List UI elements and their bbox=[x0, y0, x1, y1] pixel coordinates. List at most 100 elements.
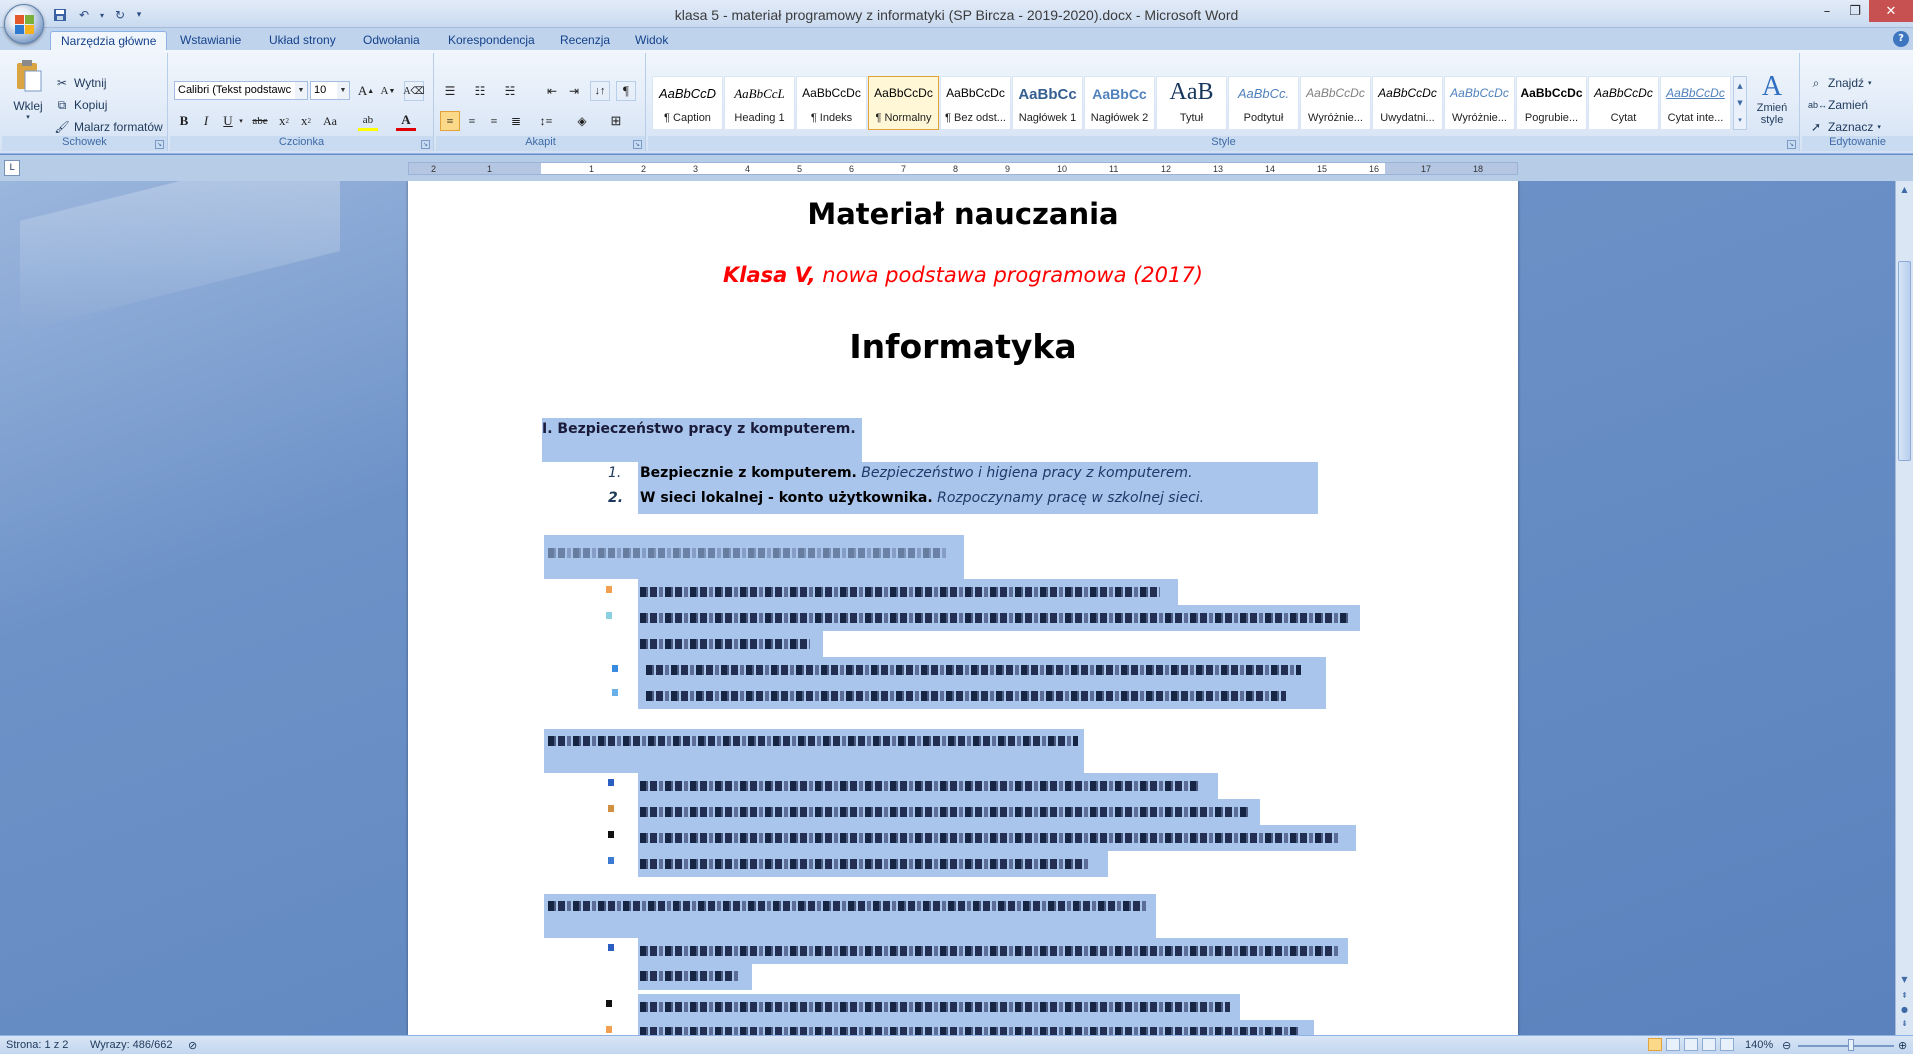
previous-page-icon[interactable]: ⇞ bbox=[1898, 989, 1911, 1003]
align-left-icon[interactable]: ≡ bbox=[440, 111, 460, 131]
line-spacing-icon[interactable]: ↕≡ bbox=[536, 111, 556, 131]
multilevel-list-icon[interactable]: ☵ bbox=[500, 81, 520, 101]
align-center-icon[interactable]: ≡ bbox=[462, 111, 482, 131]
obscured-text bbox=[640, 781, 1200, 791]
draft-icon[interactable] bbox=[1720, 1038, 1734, 1051]
style-item[interactable]: AaBbCcDc ¶ Normalny bbox=[868, 76, 939, 130]
proofing-icon[interactable]: ⊘ bbox=[188, 1039, 197, 1052]
dialog-launcher-icon[interactable]: ↘ bbox=[1787, 140, 1796, 149]
zoom-slider-thumb[interactable] bbox=[1848, 1039, 1854, 1051]
copy-button[interactable]: ⧉ Kopiuj bbox=[54, 95, 108, 115]
chevron-up-icon[interactable]: ▲ bbox=[1737, 82, 1742, 90]
cut-button[interactable]: ✂ Wytnij bbox=[54, 73, 107, 93]
office-button[interactable] bbox=[4, 4, 44, 44]
format-painter-button[interactable]: 🖌 Malarz formatów bbox=[54, 117, 162, 137]
gallery-scroll[interactable]: ▲ ▼ ▾ bbox=[1733, 76, 1747, 130]
bullets-icon[interactable]: ☰ bbox=[440, 81, 460, 101]
font-family-select[interactable]: Calibri (Tekst podstawc ▼ bbox=[174, 81, 308, 100]
style-item[interactable]: AaB Tytuł bbox=[1156, 76, 1227, 130]
font-color-icon[interactable]: A bbox=[396, 111, 416, 131]
vertical-scrollbar[interactable]: ▲ ▼ ⇞ ● ⇟ bbox=[1895, 181, 1913, 1035]
page-indicator[interactable]: Strona: 1 z 2 bbox=[6, 1039, 68, 1051]
full-screen-reading-icon[interactable] bbox=[1666, 1038, 1680, 1051]
zoom-slider[interactable] bbox=[1798, 1045, 1894, 1047]
scroll-down-icon[interactable]: ▼ bbox=[1898, 973, 1911, 987]
sort-icon[interactable]: ↓↑ bbox=[590, 81, 610, 101]
style-item[interactable]: AaBbCc Nagłówek 1 bbox=[1012, 76, 1083, 130]
style-item[interactable]: AaBbCcDc Cytat inte... bbox=[1660, 76, 1731, 130]
zoom-level[interactable]: 140% bbox=[1745, 1039, 1773, 1051]
style-item[interactable]: AaBbCcDc Wyróżnie... bbox=[1300, 76, 1371, 130]
chevron-down-icon[interactable]: ▼ bbox=[1737, 99, 1742, 107]
restore-icon[interactable]: ❐ bbox=[1841, 0, 1869, 22]
tab-home[interactable]: Narzędzia główne bbox=[50, 31, 168, 50]
highlight-icon[interactable]: ab bbox=[358, 111, 378, 131]
align-right-icon[interactable]: ≡ bbox=[484, 111, 504, 131]
bold-icon[interactable]: B bbox=[174, 111, 194, 131]
print-layout-icon[interactable] bbox=[1648, 1038, 1662, 1051]
doc-subtitle-bold: Klasa V, bbox=[723, 263, 816, 287]
style-item[interactable]: AaBbCcDc ¶ Indeks bbox=[796, 76, 867, 130]
gallery-more-icon[interactable]: ▾ bbox=[1738, 116, 1742, 124]
tab-mailings[interactable]: Korespondencja bbox=[438, 31, 545, 50]
tab-view[interactable]: Widok bbox=[625, 31, 678, 50]
help-icon[interactable]: ? bbox=[1893, 31, 1909, 47]
close-icon[interactable]: ✕ bbox=[1869, 0, 1913, 22]
decrease-indent-icon[interactable]: ⇤ bbox=[542, 81, 562, 101]
font-size-select[interactable]: 10 ▼ bbox=[310, 81, 350, 100]
paste-button[interactable]: Wklej ▾ bbox=[10, 57, 46, 129]
italic-icon[interactable]: I bbox=[196, 111, 216, 131]
tab-selector-icon[interactable]: L bbox=[4, 160, 20, 176]
outline-icon[interactable] bbox=[1702, 1038, 1716, 1051]
grow-font-icon[interactable]: A ▲ bbox=[356, 81, 376, 101]
dialog-launcher-icon[interactable]: ↘ bbox=[155, 140, 164, 149]
style-item[interactable]: AaBbCcDc Cytat bbox=[1588, 76, 1659, 130]
style-item[interactable]: AaBbCcDc ¶ Bez odst... bbox=[940, 76, 1011, 130]
next-page-icon[interactable]: ⇟ bbox=[1898, 1017, 1911, 1031]
show-formatting-icon[interactable]: ¶ bbox=[616, 81, 636, 101]
chevron-down-icon[interactable]: ▾ bbox=[236, 111, 246, 131]
tab-review[interactable]: Recenzja bbox=[550, 31, 620, 50]
superscript-icon[interactable]: x2 bbox=[296, 111, 316, 131]
style-item[interactable]: AaBbCcDc Uwydatni... bbox=[1372, 76, 1443, 130]
dialog-launcher-icon[interactable]: ↘ bbox=[421, 140, 430, 149]
increase-indent-icon[interactable]: ⇥ bbox=[564, 81, 584, 101]
tab-insert[interactable]: Wstawianie bbox=[170, 31, 251, 50]
tab-page-layout[interactable]: Układ strony bbox=[259, 31, 346, 50]
style-item[interactable]: AaBbCcL Heading 1 bbox=[724, 76, 795, 130]
find-button[interactable]: ⌕ Znajdź ▾ bbox=[1808, 73, 1872, 93]
style-item[interactable]: AaBbCc Nagłówek 2 bbox=[1084, 76, 1155, 130]
clear-formatting-icon[interactable]: A⌫ bbox=[403, 81, 425, 101]
style-item[interactable]: AaBbCc. Podtytuł bbox=[1228, 76, 1299, 130]
numbering-icon[interactable]: ☷ bbox=[470, 81, 490, 101]
word-count[interactable]: Wyrazy: 486/662 bbox=[90, 1039, 172, 1051]
group-label-clipboard: Schowek bbox=[2, 136, 167, 151]
web-layout-icon[interactable] bbox=[1684, 1038, 1698, 1051]
document-page[interactable]: Materiał nauczania Klasa V, nowa podstaw… bbox=[408, 181, 1518, 1035]
minimize-icon[interactable]: – bbox=[1813, 0, 1841, 22]
underline-icon[interactable]: U bbox=[218, 111, 238, 131]
dialog-launcher-icon[interactable]: ↘ bbox=[633, 140, 642, 149]
select-button[interactable]: ➚ Zaznacz ▾ bbox=[1808, 117, 1881, 137]
scroll-thumb[interactable] bbox=[1898, 261, 1911, 461]
strikethrough-icon[interactable]: abe bbox=[250, 111, 270, 131]
replace-button[interactable]: ab↔ Zamień bbox=[1808, 95, 1868, 115]
shrink-font-icon[interactable]: A ▼ bbox=[378, 81, 398, 101]
zoom-out-icon[interactable]: ⊖ bbox=[1782, 1039, 1791, 1052]
style-name: ¶ Bez odst... bbox=[945, 112, 1006, 124]
tab-references[interactable]: Odwołania bbox=[353, 31, 430, 50]
scroll-up-icon[interactable]: ▲ bbox=[1898, 183, 1911, 197]
borders-icon[interactable]: ⊞ bbox=[606, 111, 626, 131]
change-case-icon[interactable]: Aa bbox=[320, 111, 340, 131]
style-name: Nagłówek 1 bbox=[1018, 112, 1077, 124]
zoom-in-icon[interactable]: ⊕ bbox=[1898, 1039, 1907, 1052]
horizontal-ruler[interactable]: 2 1 1 2 3 4 5 6 7 8 9 10 11 12 13 14 15 16 17 18 bbox=[408, 162, 1518, 175]
change-styles-button[interactable]: A Zmień style bbox=[1750, 72, 1794, 134]
style-item[interactable]: AaBbCcDc Wyróżnie... bbox=[1444, 76, 1515, 130]
browse-object-icon[interactable]: ● bbox=[1898, 1003, 1911, 1017]
justify-icon[interactable]: ≣ bbox=[506, 111, 526, 131]
shading-icon[interactable]: ◈ bbox=[572, 111, 592, 131]
subscript-icon[interactable]: x2 bbox=[274, 111, 294, 131]
style-item[interactable]: AaBbCcD ¶ Caption bbox=[652, 76, 723, 130]
style-item[interactable]: AaBbCcDc Pogrubie... bbox=[1516, 76, 1587, 130]
